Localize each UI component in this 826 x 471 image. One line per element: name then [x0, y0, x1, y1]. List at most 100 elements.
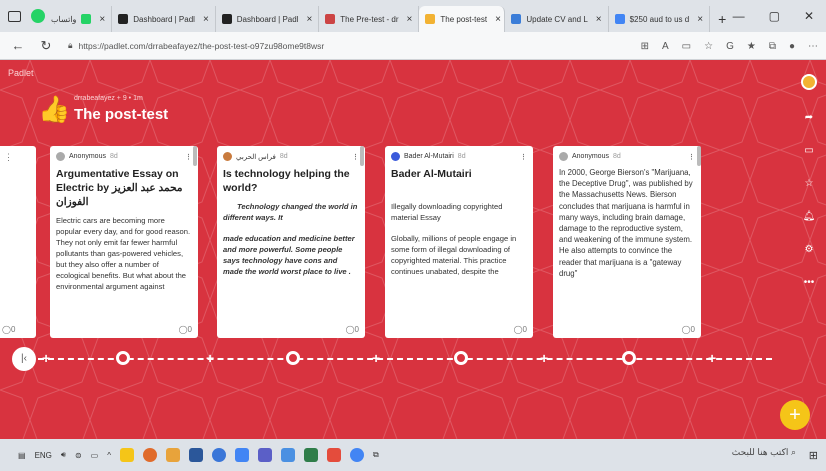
comment-count[interactable]: ◯0: [514, 325, 527, 334]
read-aloud-icon[interactable]: A: [662, 41, 669, 52]
add-post-icon[interactable]: +: [708, 349, 716, 367]
post-card[interactable]: فراس الحربي 8d ⋮ Is technology helping t…: [217, 146, 365, 338]
url-field[interactable]: 🔒︎ https://padlet.com/drrabeafayez/the-p…: [68, 40, 324, 51]
app-icon[interactable]: [280, 448, 295, 462]
firefox-icon[interactable]: [142, 448, 157, 462]
more-icon[interactable]: ⋮: [352, 153, 359, 161]
avatar: [56, 152, 65, 161]
card-scrollbar[interactable]: [360, 146, 364, 166]
timeline: |‹ + + + + +: [12, 347, 772, 371]
more-icon[interactable]: ⋮: [520, 153, 527, 161]
favorites-icon[interactable]: ★: [747, 41, 756, 52]
gear-icon[interactable]: ⚙: [805, 244, 814, 255]
post-card[interactable]: Anonymous 8d ⋮ In 2000, George Bierson's…: [553, 146, 701, 338]
notifications-icon[interactable]: ▤: [18, 451, 26, 460]
word-icon[interactable]: [188, 448, 203, 462]
timeline-node[interactable]: [116, 351, 130, 365]
apps-icon[interactable]: ⊞: [641, 41, 649, 52]
volume-icon[interactable]: 🔊︎: [61, 450, 66, 460]
more-icon[interactable]: ⋮: [4, 152, 13, 163]
bell-icon[interactable]: 🔔︎: [803, 211, 816, 222]
add-post-button[interactable]: +: [780, 400, 810, 430]
favorite-icon[interactable]: ☆: [704, 41, 713, 52]
star-icon[interactable]: ☆: [805, 178, 814, 189]
close-icon[interactable]: ×: [203, 14, 209, 25]
timeline-node[interactable]: [286, 351, 300, 365]
share-icon[interactable]: ➦: [805, 112, 813, 123]
thumbs-up-icon: 👍: [38, 94, 71, 124]
files-icon[interactable]: [165, 448, 180, 462]
card-scrollbar[interactable]: [193, 146, 197, 166]
close-window-button[interactable]: ✕: [804, 9, 814, 23]
tab-update-cv[interactable]: Update CV and L ×: [505, 6, 609, 32]
tab-actions-icon[interactable]: [8, 10, 21, 22]
chevron-up-icon[interactable]: ^: [107, 451, 111, 460]
timeline-node[interactable]: [622, 351, 636, 365]
padlet-logo[interactable]: Padlet: [8, 68, 34, 78]
browser-tab-bar: واتساب × Dashboard | Padl × Dashboard | Pa…: [0, 0, 826, 32]
more-icon[interactable]: ⋮: [688, 153, 695, 161]
windows-start-icon[interactable]: ⊞: [809, 449, 818, 462]
post-card[interactable]: Anonymous 8d ⋮ Argumentative Essay on El…: [50, 146, 198, 338]
teams-icon[interactable]: [257, 448, 272, 462]
collections-icon[interactable]: ⧉: [769, 41, 776, 52]
post-card[interactable]: Bader Al-Mutairi 8d ⋮ Bader Al-Mutairi I…: [385, 146, 533, 338]
more-icon[interactable]: ⋮: [185, 153, 192, 161]
new-tab-button[interactable]: +: [710, 6, 734, 32]
tab-post-test[interactable]: The post-test ×: [419, 6, 506, 32]
minimize-button[interactable]: —: [733, 9, 745, 23]
taskbar-search[interactable]: اكتب هنا للبحث ⌕: [732, 447, 796, 458]
timeline-node[interactable]: [454, 351, 468, 365]
card-time: 8d: [109, 153, 118, 160]
back-arrow-icon[interactable]: ←: [8, 38, 28, 53]
close-icon[interactable]: ×: [306, 14, 312, 25]
close-icon[interactable]: ×: [407, 14, 413, 25]
add-post-icon[interactable]: +: [540, 349, 548, 367]
scroll-to-start-button[interactable]: |‹: [12, 347, 36, 371]
padlet-meta[interactable]: drrabeafayez + 9 • 1m: [74, 95, 168, 102]
comment-count[interactable]: ◯0: [2, 325, 15, 334]
tab-label: واتساب: [51, 14, 77, 24]
remake-icon[interactable]: ▭: [804, 145, 813, 156]
more-icon[interactable]: ⋯: [808, 41, 818, 52]
store-icon[interactable]: [234, 448, 249, 462]
close-icon[interactable]: ×: [596, 14, 602, 25]
task-view-icon[interactable]: ⧉: [373, 450, 379, 460]
card-author: Anonymous: [69, 153, 106, 160]
close-icon[interactable]: ×: [495, 14, 501, 25]
tab-search[interactable]: $250 aud to us d ×: [609, 6, 711, 32]
edge-icon[interactable]: [211, 448, 226, 462]
profile-icon[interactable]: ●: [789, 41, 795, 52]
lang-indicator[interactable]: ENG: [35, 451, 52, 460]
whatsapp-icon[interactable]: [31, 9, 45, 23]
card-scrollbar[interactable]: [697, 146, 701, 166]
weather-icon[interactable]: [119, 448, 134, 462]
comment-count[interactable]: ◯0: [346, 325, 359, 334]
maximize-button[interactable]: ▢: [769, 9, 780, 23]
comment-icon: ◯: [513, 325, 523, 334]
app-icon[interactable]: [326, 448, 341, 462]
excel-icon[interactable]: [303, 448, 318, 462]
close-icon[interactable]: ×: [697, 14, 703, 25]
immersive-reader-icon[interactable]: ▭: [682, 41, 691, 52]
comment-count[interactable]: ◯0: [179, 325, 192, 334]
refresh-extension-icon[interactable]: G: [726, 41, 734, 52]
card-author: Anonymous: [572, 153, 609, 160]
tab-whatsapp[interactable]: واتساب ×: [45, 6, 113, 32]
tab-dashboard-2[interactable]: Dashboard | Padl ×: [216, 6, 320, 32]
padlet-fav-icon: [221, 14, 232, 24]
add-post-icon[interactable]: +: [372, 349, 380, 367]
comment-count[interactable]: ◯0: [682, 325, 695, 334]
reload-icon[interactable]: ↻: [36, 38, 56, 54]
add-post-icon[interactable]: +: [206, 349, 214, 367]
chrome-icon[interactable]: [349, 448, 364, 462]
partial-card[interactable]: ⋮ ◯0: [0, 146, 36, 338]
tab-pretest[interactable]: The Pre-test - dr ×: [319, 6, 420, 32]
add-post-icon[interactable]: +: [42, 349, 50, 367]
tab-dashboard-1[interactable]: Dashboard | Padl ×: [112, 6, 216, 32]
battery-icon[interactable]: ▭: [91, 451, 99, 460]
close-icon[interactable]: ×: [99, 14, 105, 25]
more-icon[interactable]: •••: [804, 277, 815, 288]
avatar[interactable]: [801, 74, 817, 90]
network-icon[interactable]: ⊜: [75, 451, 82, 460]
